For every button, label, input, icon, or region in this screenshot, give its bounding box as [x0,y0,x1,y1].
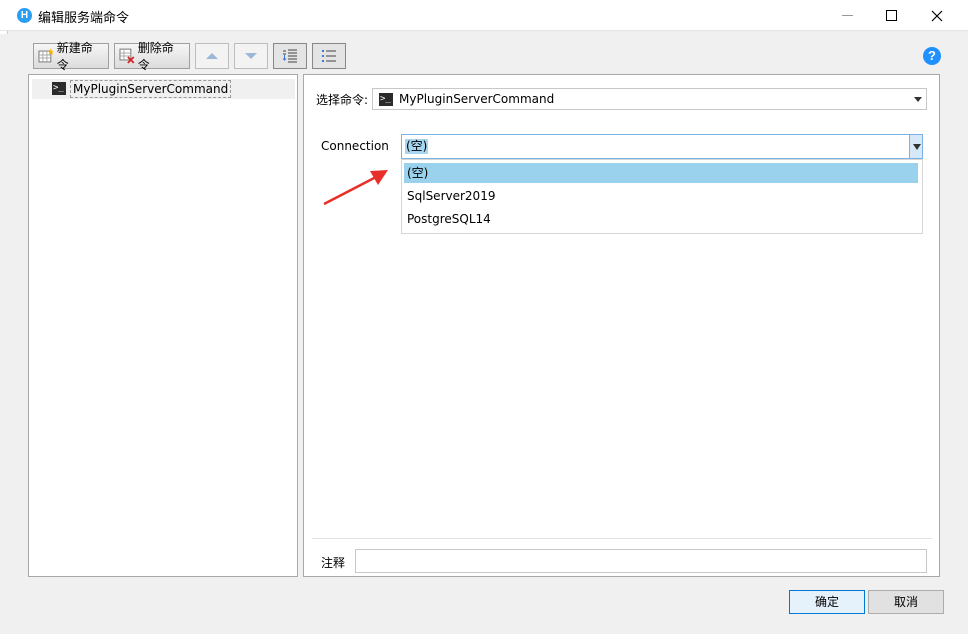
help-icon[interactable]: ? [923,47,941,65]
new-command-button[interactable]: 新建命令 [33,41,109,72]
arrow-up-icon [206,53,218,59]
tree-item-label: MyPluginServerCommand [70,80,232,98]
annotation-arrow-icon [323,170,388,206]
indent-icon [282,49,297,63]
window-title: 编辑服务端命令 [38,11,130,26]
dropdown-option[interactable]: PostgreSQL14 [404,209,918,229]
command-select[interactable]: >_ MyPluginServerCommand [372,88,927,110]
tree-item[interactable]: >_ MyPluginServerCommand [32,79,295,99]
command-select-value: MyPluginServerCommand [399,92,555,106]
app-icon: H [17,8,32,23]
new-command-icon [38,48,54,63]
close-icon [931,10,943,21]
connection-combobox[interactable]: (空) [401,134,923,159]
note-input[interactable] [355,549,927,573]
dropdown-arrow-icon[interactable] [909,135,922,158]
delete-command-icon [119,48,135,64]
dropdown-option[interactable]: (空) [404,163,918,183]
new-command-label: 新建命令 [56,41,93,72]
delete-command-button[interactable]: 删除命令 [114,41,190,72]
title-bar: H 编辑服务端命令 [0,0,968,31]
indent-button[interactable] [273,43,307,69]
minimize-icon [841,15,853,16]
close-button[interactable] [914,0,960,31]
command-editor-panel: 选择命令: >_ MyPluginServerCommand Connectio… [303,74,940,577]
divider [312,538,932,539]
outdent-icon [322,50,336,62]
note-label: 注释 [321,556,346,570]
maximize-icon [885,10,897,21]
chevron-down-icon [914,97,922,102]
ok-button[interactable]: 确定 [789,590,865,614]
connection-dropdown-list: (空) SqlServer2019 PostgreSQL14 [401,159,923,234]
move-down-button[interactable] [234,43,268,69]
outdent-button[interactable] [312,43,346,69]
arrow-down-icon [245,53,257,59]
maximize-button[interactable] [868,0,914,31]
terminal-icon: >_ [52,82,66,95]
minimize-button[interactable] [824,0,870,31]
dropdown-option[interactable]: SqlServer2019 [404,186,918,206]
move-up-button[interactable] [195,43,229,69]
command-tree-panel: >_ MyPluginServerCommand [28,74,298,577]
cancel-button[interactable]: 取消 [868,590,944,614]
connection-value: (空) [405,139,429,154]
delete-command-label: 删除命令 [137,41,174,72]
